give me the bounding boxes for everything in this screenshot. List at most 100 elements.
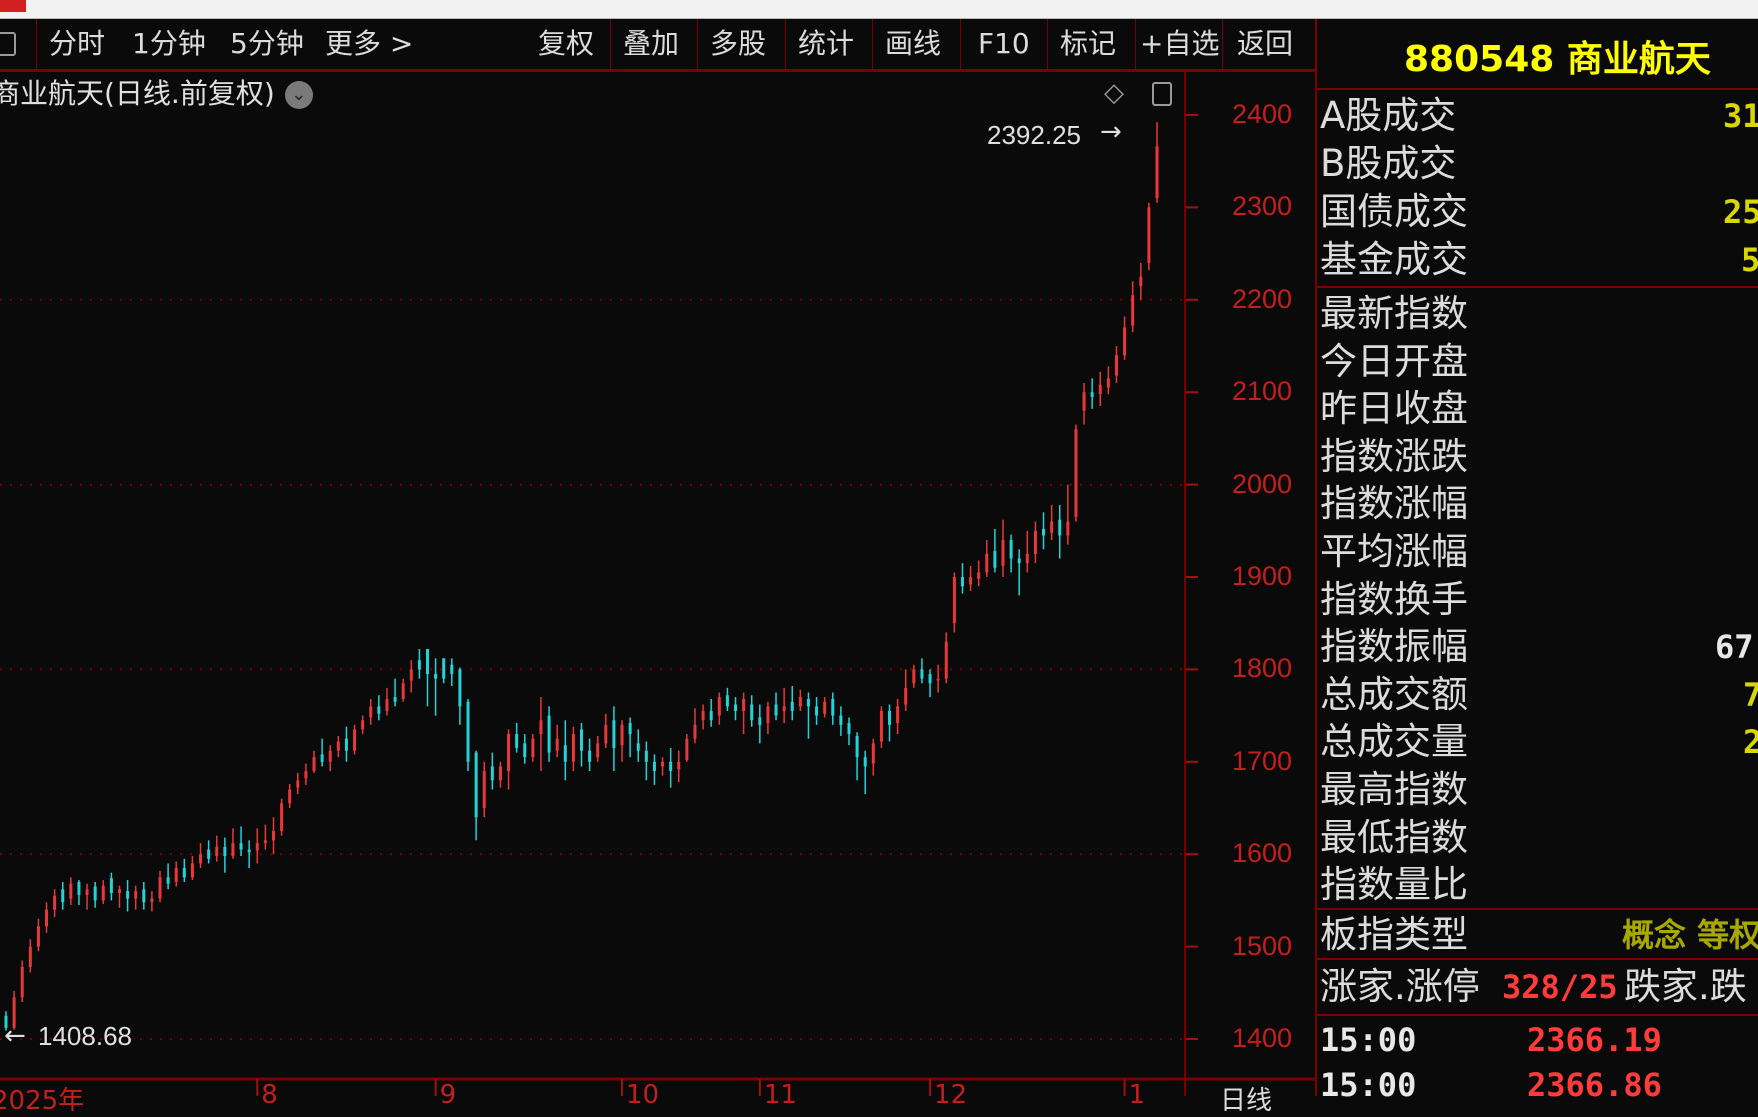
candle-body [263,840,267,844]
candle-body [709,710,713,721]
candle-body [960,577,964,587]
candle-body [944,641,948,679]
candle-body [661,761,665,767]
candle [701,704,705,730]
candle-body [977,572,981,579]
candle-body [353,729,357,751]
candle [344,726,348,762]
candle-body [101,885,105,901]
candle-body [531,738,535,758]
candle [36,918,40,952]
candle [523,734,527,764]
tick-time: 15:00 [1320,1066,1417,1104]
stat-label: 指数涨跌 [1320,434,1468,478]
y-tick-label: 2200 [1232,283,1293,314]
candle-body [790,701,794,711]
candle [1058,504,1062,559]
candle [1147,202,1151,271]
candle-body [401,683,405,699]
candle-body [117,889,121,894]
tick-price: 2366.86 [1527,1066,1662,1104]
candle [936,664,940,693]
candle-body [109,878,113,894]
candle [182,858,186,882]
candle [774,692,778,721]
candle [417,649,421,679]
stat-label: A股成交 [1320,94,1457,137]
candle [45,902,49,933]
max-arrow-icon: → [1100,117,1122,147]
candle [588,738,592,772]
candle [393,678,397,707]
candle-body [839,715,843,725]
candle [839,706,843,736]
candle-body [774,704,778,716]
candle [604,713,608,748]
candle [69,877,73,906]
candle [1131,281,1135,333]
candle [450,658,454,687]
candle-body [239,843,243,850]
stat-label: 指数振幅 [1320,625,1468,669]
stat-label: 最低指数 [1320,815,1468,859]
candle-body [725,695,729,707]
candle [515,722,519,753]
candle-body [588,750,592,762]
y-tick-label: 1400 [1232,1023,1293,1053]
candle-body [888,710,892,725]
candle-body [604,724,608,744]
stat-label: 今日开盘 [1320,339,1468,383]
candle [717,692,721,725]
candle [815,697,819,725]
candle-body [555,738,559,751]
candle-body [523,743,527,758]
candle-body [782,706,786,711]
candle-body [1123,327,1127,356]
candle [1009,534,1013,573]
candle-body [482,771,486,808]
candle [920,658,924,684]
candle-body [1066,521,1070,536]
candle-body [215,846,219,857]
stat-label: 昨日收盘 [1320,387,1468,431]
candle-body [669,761,673,772]
candle [912,664,916,688]
candle [928,669,932,698]
candle-body [53,895,57,910]
candle [1017,549,1021,596]
candle-body [1001,540,1005,566]
candle-body [409,669,413,681]
candle-body [296,780,300,788]
y-tick-label: 1500 [1232,930,1293,961]
candle-body [620,724,624,746]
candle [669,747,673,788]
candle-body [1058,519,1062,536]
candle-body [847,722,851,735]
candle [425,649,429,707]
candle [1074,424,1078,522]
kline-chart[interactable]: 2392.25 → ← 1408.68 [0,0,1315,1096]
candle [661,757,665,776]
candle-body [1155,146,1159,199]
x-tick-label: 9 [439,1080,457,1110]
candle [847,717,851,746]
candle-body [985,553,989,573]
stat-value: 2 [1743,723,1758,762]
candle [831,692,835,725]
candle [109,872,113,901]
candle-body [628,722,632,735]
candle-body [174,868,178,882]
candle [677,750,681,783]
stat-value: 25 [1723,193,1758,231]
candle-body [644,750,648,762]
index-type-label: 板指类型 [1320,913,1468,956]
candle [652,754,656,785]
candle [369,698,373,725]
candle [361,715,365,735]
stat-value: 5 [1741,241,1758,279]
candle [855,732,859,781]
candle [288,783,292,808]
candle-body [831,698,835,716]
candle-body [393,697,397,702]
candle-body [896,706,900,723]
